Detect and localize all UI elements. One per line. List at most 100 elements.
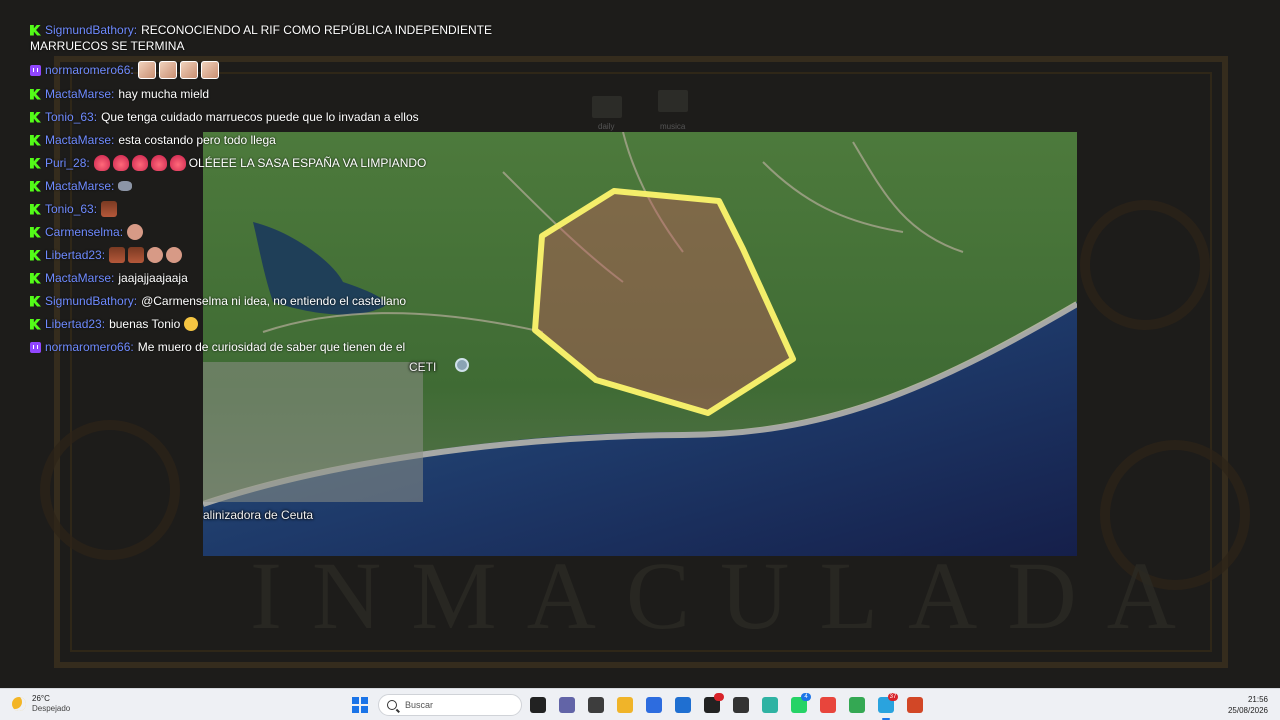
ornament-swirl [1080,200,1210,330]
twitch-icon [30,64,41,76]
kick-icon [30,134,41,146]
background-watermark: INMACULADA [250,542,1206,649]
chat-separator: : [111,87,115,101]
emote-face-icon [158,61,177,79]
chat-message: Puri_28: OLÉEEE LA SASA ESPAÑA VA LIMPIAN… [30,155,500,171]
kick-icon [30,157,41,169]
chrome-alt-icon[interactable] [849,697,865,713]
chat-text: hay mucha mield [118,87,210,101]
chat-message: Libertad23: buenas Tonio [30,316,500,332]
emote-hand-icon [127,224,144,240]
emote-fire-icon [112,155,129,171]
map-label-ceti: CETI [409,360,437,374]
emote-fire-icon [131,155,148,171]
kick-icon [30,203,41,215]
chat-username[interactable]: normaromero66 [45,339,130,355]
emote-face-icon [137,61,156,79]
chat-username[interactable]: MactaMarse [45,270,111,286]
chat-username[interactable]: Tonio_63 [45,109,94,125]
emote-face-icon [179,61,198,79]
emote-cat-icon [118,181,133,191]
chat-text: Me muero de curiosidad de saber que tien… [137,340,406,354]
windows-logo-icon [361,706,368,713]
chat-separator: : [133,294,138,308]
powerpoint-icon[interactable] [907,697,923,713]
chat-message: MactaMarse: [30,178,500,194]
weather-temp: 26°C [32,694,50,703]
kick-icon [30,88,41,100]
chat-text: OLÉEEE LA SASA ESPAÑA VA LIMPIANDO [188,156,427,170]
chat-username[interactable]: Libertad23 [45,316,102,332]
emote-hand-icon [147,247,164,263]
search-icon [387,700,397,710]
emote-hand-icon [166,247,183,263]
desktop-icon-folder[interactable] [658,90,688,112]
chat-overlay: SigmundBathory: RECONOCIENDO AL RIF COMO … [30,22,500,362]
chat-username[interactable]: MactaMarse [45,178,111,194]
chat-username[interactable]: Libertad23 [45,247,102,263]
chat-message: Tonio_63: Que tenga cuidado marruecos pue… [30,109,500,125]
desktop-icon-daily[interactable] [592,96,622,118]
teams-icon[interactable] [559,697,575,713]
notification-badge: 4 [801,693,811,701]
emote-clap-icon [184,317,199,331]
chat-message: MactaMarse: jaajajjaajaaja [30,270,500,286]
chat-message: Carmenselma: [30,224,500,240]
folder-icon[interactable] [617,697,633,713]
chat-separator: : [130,340,134,354]
chat-text: RECONOCIENDO AL RIF COMO REPÚBLICA INDEP… [141,23,493,37]
chat-username[interactable]: SigmundBathory [45,22,134,38]
edge-icon[interactable] [762,697,778,713]
chat-username[interactable]: MactaMarse [45,86,111,102]
chat-separator: : [111,133,115,147]
chat-separator: : [133,23,138,37]
chat-text-continued: MARRUECOS SE TERMINA [30,39,185,53]
system-clock[interactable]: 21:56 25/08/2026 [1228,694,1268,716]
map-label-desalination: alinizadora de Ceuta [203,508,314,522]
unity-icon[interactable] [733,697,749,713]
emote-man-icon [128,247,145,263]
windows-logo-icon [361,697,368,704]
emote-face-icon [200,61,219,79]
chat-separator: : [93,110,98,124]
chat-username[interactable]: Tonio_63 [45,201,94,217]
twitch-icon [30,341,41,353]
start-button[interactable] [352,697,368,713]
emote-fire-icon [169,155,186,171]
kick-icon [30,111,41,123]
task-view-icon[interactable] [530,697,546,713]
chat-username[interactable]: Puri_28 [45,155,86,171]
chat-username[interactable]: SigmundBathory [45,293,134,309]
chat-username[interactable]: MactaMarse [45,132,111,148]
ornament-swirl [40,420,180,560]
weather-widget[interactable]: 26°C Despejado [12,694,70,714]
moon-icon [12,697,26,711]
desktop-icon-label: daily [598,122,615,131]
chat-separator: : [101,248,106,262]
notification-badge [714,693,724,701]
chat-message: Tonio_63: [30,201,500,217]
chat-separator: : [111,179,115,193]
notification-badge: 37 [888,693,898,701]
chat-message: normaromero66: [30,61,500,79]
chat-text: Que tenga cuidado marruecos puede que lo… [101,110,419,124]
chat-separator: : [130,63,134,77]
clock-time: 21:56 [1247,695,1268,704]
chat-message: normaromero66: Me muero de curiosidad de … [30,339,500,355]
chrome-icon[interactable] [820,697,836,713]
app-icon[interactable] [588,697,604,713]
weather-desc: Despejado [32,704,71,713]
desktop-icon-label: musica [660,122,686,131]
kick-icon [30,226,41,238]
emote-fire-icon [150,155,167,171]
taskbar-search[interactable]: Buscar [378,694,522,716]
chat-separator: : [111,271,115,285]
chat-separator: : [86,156,90,170]
chat-username[interactable]: normaromero66 [45,62,130,78]
kick-icon [30,272,41,284]
chat-username[interactable]: Carmenselma [45,224,120,240]
outlook-icon[interactable] [675,697,691,713]
chat-separator: : [119,225,124,239]
urban-area [203,362,423,502]
store-icon[interactable] [646,697,662,713]
